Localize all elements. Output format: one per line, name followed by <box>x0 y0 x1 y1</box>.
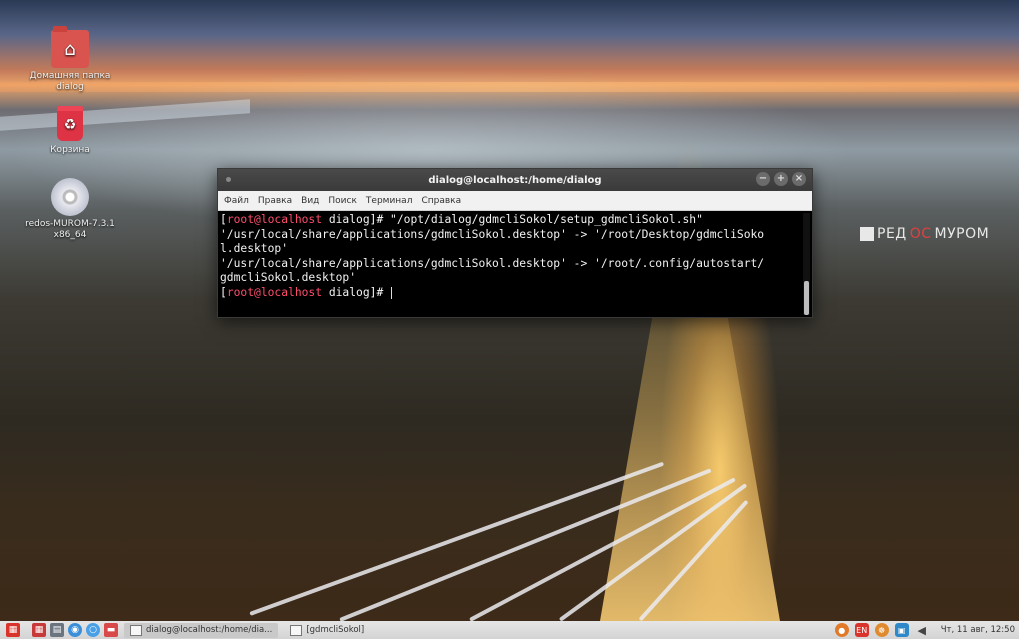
volume-icon[interactable]: ◀ <box>915 623 929 637</box>
app-grid-icon[interactable]: ▦ <box>32 623 46 637</box>
window-controls: − + × <box>756 172 806 186</box>
network-icon[interactable]: ▣ <box>894 623 909 637</box>
browser-icon[interactable]: ◉ <box>68 623 82 637</box>
search-icon[interactable]: ○ <box>86 623 100 637</box>
prompt-user: root@localhost <box>226 213 323 226</box>
output-line: '/usr/local/share/applications/gdmcliSok… <box>220 227 765 241</box>
output-line: '/usr/local/share/applications/gdmcliSok… <box>220 256 765 270</box>
start-menu-icon[interactable]: ▦ <box>6 623 20 637</box>
prompt-user: root@localhost <box>226 285 323 299</box>
trash-icon: ♻ <box>57 105 83 141</box>
settings-icon[interactable]: ☸ <box>874 623 889 637</box>
menu-terminal[interactable]: Терминал <box>366 196 413 206</box>
current-prompt-line: [root@localhost dialog]# <box>220 286 800 301</box>
output-line: gdmcliSokol.desktop' <box>220 271 357 285</box>
window-title: dialog@localhost:/home/dialog <box>428 174 602 186</box>
terminal-output[interactable]: [root@localhost dialog]# "/opt/dialog/gd… <box>218 211 800 317</box>
terminal-menubar: Файл Правка Вид Поиск Терминал Справка <box>218 191 812 211</box>
task-terminal[interactable]: dialog@localhost:/home/dia... <box>124 622 279 638</box>
redos-brand-logo: РЕД ОС МУРОМ <box>860 226 989 242</box>
taskbar: ▦ ▦ ▤ ◉ ○ ▬ dialog@localhost:/home/dia..… <box>0 621 1019 639</box>
menu-help[interactable]: Справка <box>421 196 461 206</box>
task-label: [gdmcliSokol] <box>306 625 365 635</box>
prompt-dir: dialog <box>322 213 370 226</box>
command-line: [root@localhost dialog]# "/opt/dialog/gd… <box>220 213 703 226</box>
task-label: dialog@localhost:/home/dia... <box>146 625 273 635</box>
terminal-task-icon <box>130 624 142 636</box>
desktop-icon-trash[interactable]: ♻ Корзина <box>24 104 116 156</box>
terminal-scrollbar[interactable] <box>803 213 810 315</box>
brand-mark-icon <box>860 227 874 241</box>
file-manager-icon[interactable]: ▤ <box>50 623 64 637</box>
minimize-button[interactable]: − <box>756 172 770 186</box>
desktop-icon-label: Домашняя папка dialog <box>29 71 111 92</box>
desktop-icon-home-folder[interactable]: ⌂ Домашняя папка dialog <box>24 26 116 93</box>
terminal-titlebar[interactable]: dialog@localhost:/home/dialog − + × <box>218 169 812 191</box>
desktop-icon-label: Корзина <box>50 145 90 155</box>
window-task-icon <box>290 624 303 636</box>
window-menu-icon[interactable] <box>226 177 231 182</box>
maximize-button[interactable]: + <box>774 172 788 186</box>
command-text: "/opt/dialog/gdmcliSokol/setup_gdmcliSok… <box>383 213 703 226</box>
text-cursor <box>391 286 393 299</box>
task-gdmclisokol[interactable]: [gdmcliSokol] <box>284 623 370 638</box>
horizon-glow <box>0 82 1019 92</box>
menu-view[interactable]: Вид <box>301 196 319 206</box>
scrollbar-thumb[interactable] <box>804 281 809 315</box>
clock[interactable]: Чт, 11 авг, 12:50 <box>941 625 1015 635</box>
menu-search[interactable]: Поиск <box>328 196 357 206</box>
desktop-icon-label: redos-MUROM-7.3.1 x86_64 <box>25 219 115 240</box>
bridge-cable <box>249 461 665 616</box>
keyboard-layout-indicator[interactable]: EN <box>854 623 869 637</box>
prompt-dir: dialog <box>322 285 370 299</box>
desktop-background: ⌂ Домашняя папка dialog ♻ Корзина redos-… <box>0 0 1019 621</box>
system-tray: ● EN ☸ ▣ ◀ Чт, 11 авг, 12:50 <box>834 621 1019 639</box>
output-line: l.desktop' <box>220 242 289 256</box>
terminal-window[interactable]: dialog@localhost:/home/dialog − + × Файл… <box>217 168 813 318</box>
update-notifier-icon[interactable]: ● <box>834 623 849 637</box>
close-button[interactable]: × <box>792 172 806 186</box>
menu-edit[interactable]: Правка <box>258 196 292 206</box>
menu-file[interactable]: Файл <box>224 196 249 206</box>
home-folder-icon: ⌂ <box>51 26 89 68</box>
desktop-icon-install-disc[interactable]: redos-MUROM-7.3.1 x86_64 <box>24 178 116 241</box>
terminal-launcher-icon[interactable]: ▬ <box>104 623 118 637</box>
disc-icon <box>51 178 89 216</box>
